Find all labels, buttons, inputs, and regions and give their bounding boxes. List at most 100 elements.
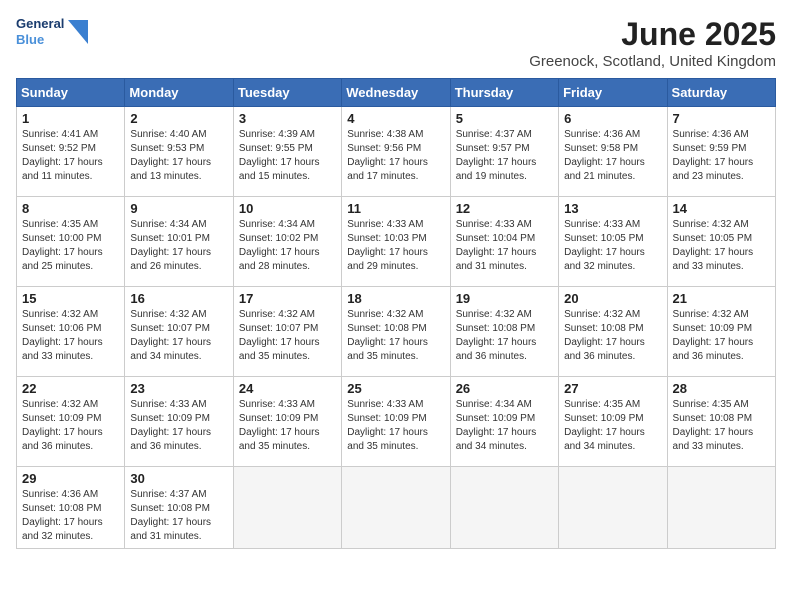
calendar-day-cell: 6Sunrise: 4:36 AMSunset: 9:58 PMDaylight…	[559, 107, 667, 197]
day-number: 16	[130, 291, 227, 306]
calendar-day-cell: 12 Sunrise: 4:33 AMSunset: 10:04 PMDaylig…	[450, 197, 558, 287]
day-info: Sunrise: 4:37 AMSunset: 10:08 PMDaylight…	[130, 489, 211, 542]
day-number: 2	[130, 111, 227, 126]
day-info: Sunrise: 4:32 AMSunset: 10:07 PMDaylight…	[239, 309, 320, 362]
day-number: 26	[456, 381, 553, 396]
subtitle: Greenock, Scotland, United Kingdom	[529, 53, 776, 70]
day-number: 9	[130, 201, 227, 216]
day-number: 14	[673, 201, 770, 216]
title-block: June 2025 Greenock, Scotland, United Kin…	[529, 16, 776, 70]
day-info: Sunrise: 4:40 AMSunset: 9:53 PMDaylight:…	[130, 129, 211, 182]
day-info: Sunrise: 4:33 AMSunset: 10:05 PMDaylight…	[564, 219, 645, 272]
day-number: 27	[564, 381, 661, 396]
calendar-day-cell: 14 Sunrise: 4:32 AMSunset: 10:05 PMDaylig…	[667, 197, 775, 287]
calendar-day-cell: 18 Sunrise: 4:32 AMSunset: 10:08 PMDaylig…	[342, 287, 450, 377]
calendar-day-cell	[559, 467, 667, 549]
day-info: Sunrise: 4:38 AMSunset: 9:56 PMDaylight:…	[347, 129, 428, 182]
day-info: Sunrise: 4:32 AMSunset: 10:08 PMDaylight…	[564, 309, 645, 362]
day-info: Sunrise: 4:36 AMSunset: 9:59 PMDaylight:…	[673, 129, 754, 182]
day-number: 6	[564, 111, 661, 126]
day-number: 15	[22, 291, 119, 306]
day-number: 8	[22, 201, 119, 216]
calendar-day-cell: 8 Sunrise: 4:35 AMSunset: 10:00 PMDayligh…	[17, 197, 125, 287]
calendar-day-header: Monday	[125, 79, 233, 107]
calendar-day-cell: 23 Sunrise: 4:33 AMSunset: 10:09 PMDaylig…	[125, 377, 233, 467]
calendar-day-header: Saturday	[667, 79, 775, 107]
calendar-day-cell: 27 Sunrise: 4:35 AMSunset: 10:09 PMDaylig…	[559, 377, 667, 467]
calendar-day-cell: 28Sunrise: 4:35 AMSunset: 10:08 PMDaylig…	[667, 377, 775, 467]
calendar-day-header: Sunday	[17, 79, 125, 107]
day-info: Sunrise: 4:32 AMSunset: 10:06 PMDaylight…	[22, 309, 103, 362]
day-number: 18	[347, 291, 444, 306]
day-number: 17	[239, 291, 336, 306]
day-number: 12	[456, 201, 553, 216]
day-info: Sunrise: 4:35 AMSunset: 10:09 PMDaylight…	[564, 399, 645, 452]
calendar-day-cell: 1Sunrise: 4:41 AMSunset: 9:52 PMDaylight…	[17, 107, 125, 197]
calendar-day-cell: 24Sunrise: 4:33 AMSunset: 10:09 PMDaylig…	[233, 377, 341, 467]
day-info: Sunrise: 4:33 AMSunset: 10:09 PMDaylight…	[239, 399, 320, 452]
calendar-day-cell: 25 Sunrise: 4:33 AMSunset: 10:09 PMDaylig…	[342, 377, 450, 467]
calendar-week-row: 1Sunrise: 4:41 AMSunset: 9:52 PMDaylight…	[17, 107, 776, 197]
day-number: 5	[456, 111, 553, 126]
calendar-day-cell	[667, 467, 775, 549]
day-info: Sunrise: 4:32 AMSunset: 10:05 PMDaylight…	[673, 219, 754, 272]
calendar-day-cell: 13 Sunrise: 4:33 AMSunset: 10:05 PMDaylig…	[559, 197, 667, 287]
logo: General Blue	[16, 16, 88, 47]
day-number: 21	[673, 291, 770, 306]
day-number: 11	[347, 201, 444, 216]
calendar-week-row: 22Sunrise: 4:32 AMSunset: 10:09 PMDaylig…	[17, 377, 776, 467]
day-info: Sunrise: 4:33 AMSunset: 10:09 PMDaylight…	[347, 399, 428, 452]
day-info: Sunrise: 4:35 AMSunset: 10:00 PMDaylight…	[22, 219, 103, 272]
main-title: June 2025	[529, 16, 776, 53]
calendar-day-cell: 29Sunrise: 4:36 AMSunset: 10:08 PMDaylig…	[17, 467, 125, 549]
calendar-day-header: Tuesday	[233, 79, 341, 107]
page-header: General Blue June 2025 Greenock, Scotlan…	[16, 16, 776, 70]
calendar-day-cell: 11 Sunrise: 4:33 AMSunset: 10:03 PMDaylig…	[342, 197, 450, 287]
day-number: 22	[22, 381, 119, 396]
calendar-day-cell	[342, 467, 450, 549]
day-number: 30	[130, 471, 227, 486]
calendar-day-cell: 26Sunrise: 4:34 AMSunset: 10:09 PMDaylig…	[450, 377, 558, 467]
calendar-week-row: 15 Sunrise: 4:32 AMSunset: 10:06 PMDaylig…	[17, 287, 776, 377]
calendar-day-cell: 3Sunrise: 4:39 AMSunset: 9:55 PMDaylight…	[233, 107, 341, 197]
day-number: 28	[673, 381, 770, 396]
calendar-week-row: 8 Sunrise: 4:35 AMSunset: 10:00 PMDayligh…	[17, 197, 776, 287]
calendar-day-cell: 4 Sunrise: 4:38 AMSunset: 9:56 PMDaylight…	[342, 107, 450, 197]
day-number: 3	[239, 111, 336, 126]
day-info: Sunrise: 4:37 AMSunset: 9:57 PMDaylight:…	[456, 129, 537, 182]
day-info: Sunrise: 4:34 AMSunset: 10:02 PMDaylight…	[239, 219, 320, 272]
day-number: 20	[564, 291, 661, 306]
day-number: 23	[130, 381, 227, 396]
day-info: Sunrise: 4:33 AMSunset: 10:03 PMDaylight…	[347, 219, 428, 272]
calendar-day-cell: 2 Sunrise: 4:40 AMSunset: 9:53 PMDaylight…	[125, 107, 233, 197]
day-number: 13	[564, 201, 661, 216]
day-number: 10	[239, 201, 336, 216]
calendar-day-header: Friday	[559, 79, 667, 107]
calendar-day-header: Thursday	[450, 79, 558, 107]
day-number: 25	[347, 381, 444, 396]
day-info: Sunrise: 4:41 AMSunset: 9:52 PMDaylight:…	[22, 129, 103, 182]
calendar-day-cell: 10 Sunrise: 4:34 AMSunset: 10:02 PMDaylig…	[233, 197, 341, 287]
calendar-day-header: Wednesday	[342, 79, 450, 107]
calendar-day-cell: 7 Sunrise: 4:36 AMSunset: 9:59 PMDaylight…	[667, 107, 775, 197]
day-info: Sunrise: 4:32 AMSunset: 10:09 PMDaylight…	[673, 309, 754, 362]
calendar-day-cell: 30 Sunrise: 4:37 AMSunset: 10:08 PMDaylig…	[125, 467, 233, 549]
day-info: Sunrise: 4:32 AMSunset: 10:07 PMDaylight…	[130, 309, 211, 362]
calendar-table: SundayMondayTuesdayWednesdayThursdayFrid…	[16, 78, 776, 549]
day-number: 7	[673, 111, 770, 126]
calendar-day-cell	[233, 467, 341, 549]
calendar-day-cell: 17 Sunrise: 4:32 AMSunset: 10:07 PMDaylig…	[233, 287, 341, 377]
day-info: Sunrise: 4:32 AMSunset: 10:08 PMDaylight…	[456, 309, 537, 362]
calendar-day-cell: 19Sunrise: 4:32 AMSunset: 10:08 PMDaylig…	[450, 287, 558, 377]
day-info: Sunrise: 4:32 AMSunset: 10:08 PMDaylight…	[347, 309, 428, 362]
day-info: Sunrise: 4:33 AMSunset: 10:04 PMDaylight…	[456, 219, 537, 272]
calendar-day-cell: 22Sunrise: 4:32 AMSunset: 10:09 PMDaylig…	[17, 377, 125, 467]
day-number: 4	[347, 111, 444, 126]
day-info: Sunrise: 4:34 AMSunset: 10:01 PMDaylight…	[130, 219, 211, 272]
day-info: Sunrise: 4:33 AMSunset: 10:09 PMDaylight…	[130, 399, 211, 452]
calendar-week-row: 29Sunrise: 4:36 AMSunset: 10:08 PMDaylig…	[17, 467, 776, 549]
day-number: 29	[22, 471, 119, 486]
calendar-day-cell: 20 Sunrise: 4:32 AMSunset: 10:08 PMDaylig…	[559, 287, 667, 377]
calendar-day-cell: 21 Sunrise: 4:32 AMSunset: 10:09 PMDaylig…	[667, 287, 775, 377]
calendar-day-cell: 5 Sunrise: 4:37 AMSunset: 9:57 PMDaylight…	[450, 107, 558, 197]
